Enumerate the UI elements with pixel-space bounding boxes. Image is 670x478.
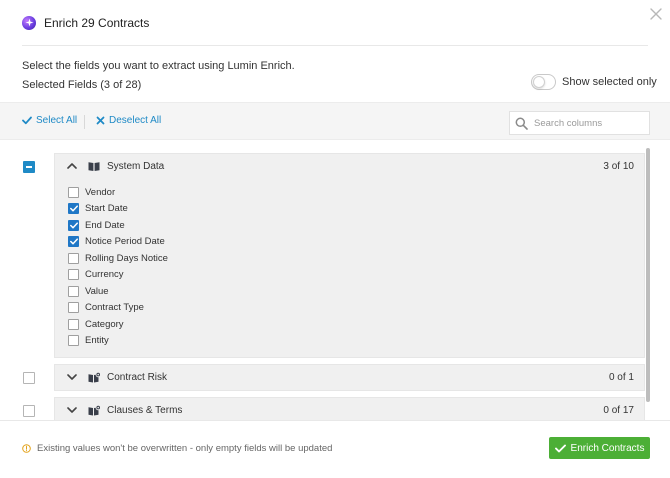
field-label: Vendor bbox=[85, 186, 116, 198]
field-label: Start Date bbox=[85, 203, 128, 215]
field-checkbox[interactable] bbox=[68, 269, 79, 281]
field-label: Currency bbox=[85, 269, 124, 281]
groups-scrollbar[interactable] bbox=[646, 148, 650, 402]
book-gear-icon bbox=[88, 372, 101, 383]
field-groups-list: System Data 3 of 10 Vendor Start Date End … bbox=[0, 140, 670, 420]
chevron-down-icon bbox=[67, 374, 77, 380]
info-icon bbox=[22, 444, 31, 453]
field-label: Entity bbox=[85, 335, 109, 347]
field-label: Notice Period Date bbox=[85, 236, 165, 248]
group-header-clauses-terms[interactable]: Clauses & Terms 0 of 17 bbox=[55, 398, 644, 420]
footer-note-text: Existing values won't be overwritten - o… bbox=[37, 443, 333, 454]
footer-info-note: Existing values won't be overwritten - o… bbox=[22, 443, 332, 454]
group-header-system-data[interactable]: System Data 3 of 10 bbox=[55, 154, 644, 180]
field-row[interactable]: Notice Period Date bbox=[55, 234, 644, 251]
check-icon bbox=[69, 238, 78, 245]
check-icon bbox=[69, 222, 78, 229]
field-checkbox[interactable] bbox=[68, 236, 79, 248]
field-row[interactable]: Contract Type bbox=[55, 300, 644, 317]
select-all-button[interactable]: Select All bbox=[22, 115, 77, 126]
field-checkbox[interactable] bbox=[68, 219, 79, 231]
modal-header: Enrich 29 Contracts bbox=[0, 0, 670, 46]
field-row[interactable]: Category bbox=[55, 316, 644, 333]
group-checkbox-contract-risk[interactable] bbox=[23, 372, 35, 384]
search-icon bbox=[515, 117, 528, 130]
field-row[interactable]: Vendor bbox=[55, 184, 644, 201]
instruction-text: Select the fields you want to extract us… bbox=[22, 60, 295, 72]
enrich-contracts-label: Enrich Contracts bbox=[570, 442, 645, 454]
group-system-data: System Data 3 of 10 Vendor Start Date End … bbox=[54, 153, 645, 358]
field-row[interactable]: Entity bbox=[55, 333, 644, 350]
group-name: Clauses & Terms bbox=[107, 405, 183, 416]
deselect-all-button[interactable]: Deselect All bbox=[96, 115, 161, 126]
select-all-label: Select All bbox=[36, 115, 78, 126]
field-label: Value bbox=[85, 285, 109, 297]
group-count: 3 of 10 bbox=[603, 161, 634, 172]
field-checkbox[interactable] bbox=[68, 285, 79, 297]
enrich-modal: Enrich 29 Contracts Select the fields yo… bbox=[0, 0, 670, 478]
modal-title: Enrich 29 Contracts bbox=[44, 15, 150, 30]
show-selected-only-label: Show selected only bbox=[562, 76, 657, 88]
selected-fields-count: Selected Fields (3 of 28) bbox=[22, 79, 142, 91]
group-checkbox-clauses-terms[interactable] bbox=[23, 405, 35, 417]
check-icon bbox=[22, 116, 32, 125]
field-checkbox[interactable] bbox=[68, 302, 79, 314]
group-count: 0 of 1 bbox=[608, 372, 634, 383]
field-row[interactable]: Value bbox=[55, 283, 644, 300]
toggle-knob bbox=[533, 76, 545, 88]
chevron-up-icon bbox=[67, 163, 77, 169]
search-box bbox=[509, 111, 650, 135]
x-icon bbox=[96, 116, 105, 125]
modal-footer: Existing values won't be overwritten - o… bbox=[0, 420, 670, 478]
group-checkbox-system-data[interactable] bbox=[23, 161, 35, 173]
group-fields-system-data: Vendor Start Date End Date Notice Period Da… bbox=[55, 180, 644, 355]
lumin-logo-icon bbox=[22, 15, 36, 30]
selection-toolbar: Select All Deselect All bbox=[0, 102, 670, 140]
group-count: 0 of 17 bbox=[603, 405, 634, 416]
field-row[interactable]: Start Date bbox=[55, 201, 644, 218]
group-name: Contract Risk bbox=[107, 372, 168, 383]
show-selected-toggle-wrap: Show selected only bbox=[531, 74, 657, 90]
show-selected-only-toggle[interactable] bbox=[531, 74, 556, 90]
enrich-contracts-button[interactable]: Enrich Contracts bbox=[549, 437, 650, 459]
field-row[interactable]: Rolling Days Notice bbox=[55, 250, 644, 267]
group-header-contract-risk[interactable]: Contract Risk 0 of 1 bbox=[55, 365, 644, 391]
chevron-down-icon bbox=[67, 407, 77, 413]
field-label: Contract Type bbox=[85, 302, 144, 314]
group-clauses-terms: Clauses & Terms 0 of 17 bbox=[54, 397, 645, 420]
check-icon bbox=[554, 444, 566, 452]
modal-header-inner: Enrich 29 Contracts bbox=[22, 0, 648, 46]
close-icon[interactable] bbox=[649, 7, 663, 21]
field-checkbox[interactable] bbox=[68, 318, 79, 330]
field-row[interactable]: Currency bbox=[55, 267, 644, 284]
book-icon bbox=[88, 162, 100, 171]
field-checkbox[interactable] bbox=[68, 335, 79, 347]
book-gear-icon bbox=[88, 405, 101, 416]
field-checkbox[interactable] bbox=[68, 252, 79, 264]
field-label: Category bbox=[85, 318, 124, 330]
group-contract-risk: Contract Risk 0 of 1 bbox=[54, 364, 645, 391]
field-checkbox[interactable] bbox=[68, 186, 79, 198]
field-label: Rolling Days Notice bbox=[85, 252, 168, 264]
toolbar-divider bbox=[84, 115, 85, 129]
field-checkbox[interactable] bbox=[68, 203, 79, 215]
check-icon bbox=[69, 205, 78, 212]
field-row[interactable]: End Date bbox=[55, 217, 644, 234]
group-name: System Data bbox=[107, 161, 165, 172]
deselect-all-label: Deselect All bbox=[109, 115, 162, 126]
search-columns-input[interactable] bbox=[534, 117, 634, 129]
field-label: End Date bbox=[85, 219, 125, 231]
